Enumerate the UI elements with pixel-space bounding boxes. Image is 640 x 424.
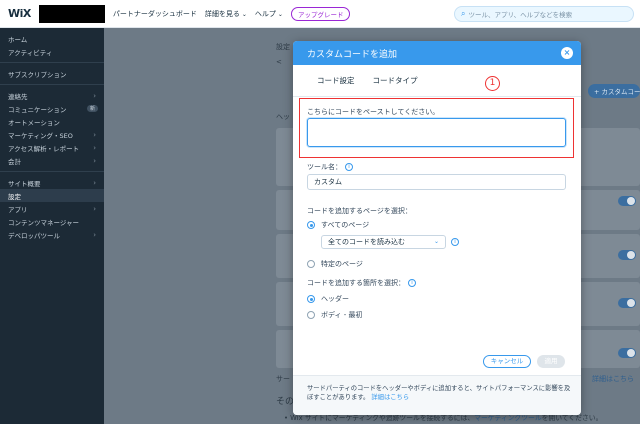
- header-label: ヘッダー: [321, 295, 349, 303]
- back-arrow-icon: <: [276, 58, 282, 66]
- modal-tabs: コード設定 コードタイプ: [317, 75, 581, 86]
- modal-footer-warning: サードパーティのコードをヘッダーやボディに追加すると、サイトパフォーマンスに影響…: [293, 375, 581, 415]
- bg-heading: その: [276, 397, 295, 407]
- toggle-switch: [618, 250, 636, 260]
- sidebar-item-site-overview[interactable]: サイト概要 ›: [0, 176, 104, 189]
- close-icon[interactable]: ×: [561, 47, 573, 59]
- help-menu[interactable]: ヘルプ ⌄: [255, 9, 283, 19]
- sidebar-item-activity[interactable]: アクティビティ: [0, 45, 104, 58]
- chevron-right-icon: ›: [93, 143, 96, 152]
- sidebar-item-settings[interactable]: 設定: [0, 189, 104, 202]
- sidebar-divider: [0, 84, 104, 85]
- toggle-switch: [618, 298, 636, 308]
- chevron-right-icon: ›: [93, 204, 96, 213]
- radio-all-pages[interactable]: [307, 221, 315, 229]
- sidebar-item-automation[interactable]: オートメーション: [0, 115, 104, 128]
- top-nav: パートナーダッシュボード 詳細を見る ⌄ ヘルプ ⌄ アップグレード: [113, 6, 351, 21]
- tab-code-type[interactable]: コードタイプ: [373, 75, 418, 86]
- chevron-down-icon: ⌄: [433, 238, 439, 245]
- placement-label: コードを追加する箇所を選択： i: [307, 278, 416, 288]
- toggle-switch: [618, 348, 636, 358]
- tab-code-settings[interactable]: コード設定: [317, 75, 355, 86]
- sidebar-item-communication[interactable]: コミュニケーション新: [0, 102, 104, 115]
- info-icon[interactable]: i: [345, 163, 353, 171]
- sidebar-item-subscriptions[interactable]: サブスクリプション: [0, 67, 104, 80]
- chevron-right-icon: ›: [93, 230, 96, 239]
- learn-more-link[interactable]: 詳細はこちら: [371, 394, 409, 401]
- sidebar-divider: [0, 62, 104, 63]
- annotation-highlight-box: [299, 98, 574, 158]
- tool-name-input[interactable]: カスタム: [307, 174, 566, 190]
- new-badge: 新: [86, 105, 98, 112]
- search-icon: ⌕: [461, 9, 466, 18]
- pages-label: コードを追加するページを選択：: [307, 207, 412, 215]
- section-header-label: ヘッ: [276, 113, 290, 121]
- specific-page-label: 特定のページ: [321, 260, 363, 268]
- modal-header: カスタムコードを追加 ×: [293, 41, 581, 65]
- body-first-label: ボディ - 最初: [321, 311, 363, 319]
- bg-text: サー: [276, 375, 290, 383]
- radio-body-first[interactable]: [307, 311, 315, 319]
- sidebar-item-contacts[interactable]: 連絡先 ›: [0, 89, 104, 102]
- upgrade-button[interactable]: アップグレード: [290, 6, 351, 21]
- info-icon[interactable]: i: [451, 238, 459, 246]
- tab-divider: [293, 96, 581, 97]
- chevron-right-icon: ›: [93, 130, 96, 139]
- top-bar: WiX パートナーダッシュボード 詳細を見る ⌄ ヘルプ ⌄ アップグレード ⌕ ツ…: [0, 0, 640, 28]
- account-name-redacted[interactable]: [38, 4, 105, 23]
- all-pages-label: すべてのページ: [321, 221, 370, 229]
- info-icon[interactable]: i: [408, 279, 416, 287]
- learn-more-link: 詳細はこちら: [592, 375, 634, 383]
- partner-dashboard-link[interactable]: パートナーダッシュボード: [113, 9, 197, 19]
- sidebar-divider: [0, 171, 104, 172]
- radio-specific-page[interactable]: [307, 260, 315, 268]
- toggle-switch: [618, 196, 636, 206]
- sidebar-item-home[interactable]: ホーム: [0, 32, 104, 45]
- breadcrumb: 設定: [276, 43, 290, 51]
- search-input[interactable]: ⌕ ツール、アプリ、ヘルプなどを検索: [454, 6, 634, 22]
- radio-header[interactable]: [307, 295, 315, 303]
- chevron-right-icon: ›: [93, 91, 96, 100]
- apply-button[interactable]: 適用: [537, 355, 565, 368]
- annotation-number: 1: [485, 76, 500, 91]
- chevron-right-icon: ›: [93, 156, 96, 165]
- modal-title: カスタムコードを追加: [307, 49, 398, 60]
- add-custom-code-button: + カスタムコード: [588, 84, 640, 98]
- sidebar-item-marketing-seo[interactable]: マーケティング・SEO ›: [0, 128, 104, 141]
- search-placeholder: ツール、アプリ、ヘルプなどを検索: [468, 11, 573, 19]
- sidebar-item-apps[interactable]: アプリ ›: [0, 202, 104, 215]
- chevron-down-icon: ⌄: [241, 10, 247, 18]
- chevron-right-icon: ›: [93, 178, 96, 187]
- tool-name-label: ツール名： i: [307, 162, 353, 172]
- wix-logo[interactable]: WiX: [8, 7, 31, 20]
- sidebar-item-analytics[interactable]: アクセス解析・レポート ›: [0, 141, 104, 154]
- cancel-button[interactable]: キャンセル: [483, 355, 531, 368]
- sidebar-item-content-manager[interactable]: コンテンツマネージャー: [0, 215, 104, 228]
- load-code-select[interactable]: 全てのコードを読み込む ⌄: [321, 235, 446, 249]
- sidebar-item-developer-tools[interactable]: デベロッパツール ›: [0, 228, 104, 241]
- sidebar: ホーム アクティビティ サブスクリプション 連絡先 › コミュニケーション新 オー…: [0, 28, 104, 424]
- chevron-down-icon: ⌄: [277, 10, 283, 18]
- sidebar-item-accounting[interactable]: 会計 ›: [0, 154, 104, 167]
- learn-more-menu[interactable]: 詳細を見る ⌄: [205, 9, 247, 19]
